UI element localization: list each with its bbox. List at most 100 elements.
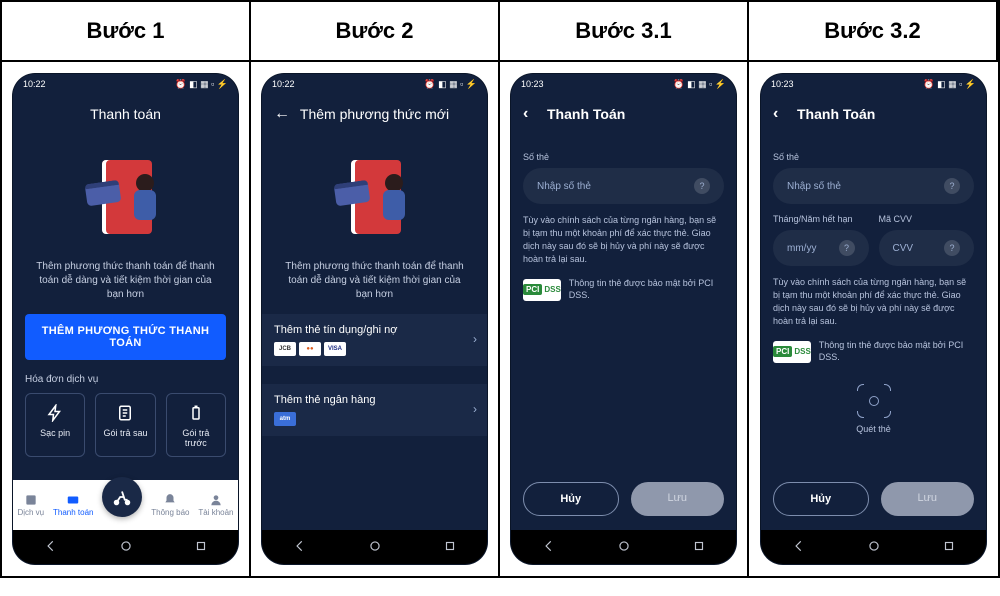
- expiry-label: Tháng/Năm hết hạn: [773, 214, 869, 224]
- pci-row: PCIDSS Thông tin thẻ được bảo mật bởi PC…: [773, 340, 974, 363]
- appbar: ‹ Thanh Toán: [511, 94, 736, 134]
- nav-back-icon[interactable]: [293, 539, 307, 556]
- card-logos: atm: [274, 412, 475, 426]
- chip-label: Sạc pin: [40, 428, 70, 438]
- status-time: 10:23: [771, 79, 794, 89]
- header-step-2: Bước 2: [251, 2, 500, 62]
- phone-frame: 10:23 ⏰ ◧ ▦ ▫ ⚡ ‹ Thanh Toán Số thẻ Nhập…: [761, 74, 986, 564]
- cvv-input[interactable]: CVV ?: [879, 230, 975, 266]
- help-icon[interactable]: ?: [839, 240, 855, 256]
- nav-home-icon[interactable]: [867, 539, 881, 556]
- pci-text: Thông tin thẻ được bảo mật bởi PCI DSS.: [819, 340, 974, 363]
- action-row: Hủy Lưu: [523, 482, 724, 516]
- bottom-nav: Dịch vụ Thanh toán Thông báo Tài khoản: [13, 480, 238, 530]
- header-step-1: Bước 1: [2, 2, 251, 62]
- fab-scooter[interactable]: [102, 477, 142, 517]
- nav-recent-icon[interactable]: [194, 539, 208, 556]
- battery-icon: [187, 404, 205, 422]
- add-credit-debit-row[interactable]: Thêm thẻ tín dụng/ghi nợ JCB ●● VISA ›: [262, 314, 487, 366]
- caption-text: Thêm phương thức thanh toán để thanh toá…: [274, 256, 475, 314]
- phone-frame: 10:22 ⏰ ◧ ▦ ▫ ⚡ Thanh toán Thêm phương t…: [13, 74, 238, 564]
- add-payment-method-button[interactable]: THÊM PHƯƠNG THỨC THANH TOÁN: [25, 314, 226, 360]
- cvv-label: Mã CVV: [879, 214, 975, 224]
- card-logos: JCB ●● VISA: [274, 342, 475, 356]
- status-icons: ⏰ ◧ ▦ ▫ ⚡: [424, 79, 477, 90]
- status-time: 10:22: [272, 79, 295, 89]
- nav-back-icon[interactable]: [792, 539, 806, 556]
- screen-content: Thêm phương thức thanh toán để thanh toá…: [13, 134, 238, 480]
- bolt-icon: [46, 404, 64, 422]
- placeholder: Nhập số thẻ: [787, 181, 841, 192]
- card-number-label: Số thẻ: [523, 152, 724, 162]
- atm-icon: atm: [274, 412, 296, 426]
- help-icon[interactable]: ?: [944, 240, 960, 256]
- appbar: ← Thêm phương thức mới: [262, 94, 487, 134]
- tab-notifications[interactable]: Thông báo: [151, 493, 189, 517]
- status-icons: ⏰ ◧ ▦ ▫ ⚡: [673, 79, 726, 90]
- mastercard-icon: ●●: [299, 342, 321, 356]
- status-icons: ⏰ ◧ ▦ ▫ ⚡: [175, 79, 228, 90]
- save-button[interactable]: Lưu: [881, 482, 975, 516]
- cancel-button[interactable]: Hủy: [773, 482, 869, 516]
- policy-note: Tùy vào chính sách của từng ngân hàng, b…: [523, 214, 724, 266]
- chip-prepaid[interactable]: Gói trả trước: [166, 393, 226, 457]
- back-chevron-icon[interactable]: ‹: [523, 105, 528, 123]
- nav-recent-icon[interactable]: [692, 539, 706, 556]
- chip-label: Gói trả trước: [171, 428, 221, 448]
- status-bar: 10:23 ⏰ ◧ ▦ ▫ ⚡: [511, 74, 736, 94]
- chip-charge[interactable]: Sạc pin: [25, 393, 85, 457]
- back-arrow-icon[interactable]: ←: [274, 105, 290, 123]
- visa-icon: VISA: [324, 342, 346, 356]
- screen-content: Thêm phương thức thanh toán để thanh toá…: [262, 134, 487, 530]
- android-navbar: [262, 530, 487, 564]
- add-bank-card-row[interactable]: Thêm thẻ ngân hàng atm ›: [262, 384, 487, 436]
- service-chips: Sạc pin Gói trả sau Gói trả trước: [25, 393, 226, 457]
- status-bar: 10:22 ⏰ ◧ ▦ ▫ ⚡: [262, 74, 487, 94]
- header-step-3-2: Bước 3.2: [749, 2, 998, 62]
- card-number-input[interactable]: Nhập số thẻ ?: [773, 168, 974, 204]
- card-number-input[interactable]: Nhập số thẻ ?: [523, 168, 724, 204]
- nav-recent-icon[interactable]: [942, 539, 956, 556]
- section-label: Hóa đơn dịch vụ: [25, 374, 226, 385]
- pci-dss-icon: PCIDSS: [773, 341, 811, 363]
- appbar: Thanh toán: [13, 94, 238, 134]
- pci-row: PCIDSS Thông tin thẻ được bảo mật bởi PC…: [523, 278, 724, 301]
- caption-text: Thêm phương thức thanh toán để thanh toá…: [25, 256, 226, 314]
- expiry-input[interactable]: mm/yy ?: [773, 230, 869, 266]
- phone-frame: 10:22 ⏰ ◧ ▦ ▫ ⚡ ← Thêm phương thức mới T…: [262, 74, 487, 564]
- help-icon[interactable]: ?: [694, 178, 710, 194]
- status-bar: 10:22 ⏰ ◧ ▦ ▫ ⚡: [13, 74, 238, 94]
- nav-back-icon[interactable]: [44, 539, 58, 556]
- appbar-title: Thêm phương thức mới: [300, 106, 449, 122]
- chip-postpaid[interactable]: Gói trả sau: [95, 393, 155, 457]
- nav-back-icon[interactable]: [542, 539, 556, 556]
- scan-label: Quét thẻ: [856, 424, 891, 434]
- scan-card[interactable]: Quét thẻ: [773, 384, 974, 434]
- illustration: [25, 142, 226, 256]
- nav-recent-icon[interactable]: [443, 539, 457, 556]
- scan-icon: [857, 384, 891, 418]
- row-title: Thêm thẻ tín dụng/ghi nợ: [274, 324, 475, 336]
- cell-step-3-2: 10:23 ⏰ ◧ ▦ ▫ ⚡ ‹ Thanh Toán Số thẻ Nhập…: [749, 62, 998, 576]
- cancel-button[interactable]: Hủy: [523, 482, 619, 516]
- tab-services[interactable]: Dịch vụ: [17, 493, 44, 517]
- appbar-title: Thanh Toán: [797, 106, 875, 122]
- receipt-icon: [116, 404, 134, 422]
- save-button[interactable]: Lưu: [631, 482, 725, 516]
- tab-account[interactable]: Tài khoản: [198, 493, 233, 517]
- action-row: Hủy Lưu: [773, 482, 974, 516]
- nav-home-icon[interactable]: [368, 539, 382, 556]
- jcb-icon: JCB: [274, 342, 296, 356]
- pci-text: Thông tin thẻ được bảo mật bởi PCI DSS.: [569, 278, 724, 301]
- status-time: 10:23: [521, 79, 544, 89]
- nav-home-icon[interactable]: [617, 539, 631, 556]
- back-chevron-icon[interactable]: ‹: [773, 105, 778, 123]
- header-step-3-1: Bước 3.1: [500, 2, 749, 62]
- cell-step-3-1: 10:23 ⏰ ◧ ▦ ▫ ⚡ ‹ Thanh Toán Số thẻ Nhập…: [500, 62, 749, 576]
- nav-home-icon[interactable]: [119, 539, 133, 556]
- tab-payment[interactable]: Thanh toán: [53, 493, 93, 517]
- help-icon[interactable]: ?: [944, 178, 960, 194]
- cell-step-2: 10:22 ⏰ ◧ ▦ ▫ ⚡ ← Thêm phương thức mới T…: [251, 62, 500, 576]
- status-icons: ⏰ ◧ ▦ ▫ ⚡: [923, 79, 976, 90]
- placeholder: mm/yy: [787, 243, 816, 254]
